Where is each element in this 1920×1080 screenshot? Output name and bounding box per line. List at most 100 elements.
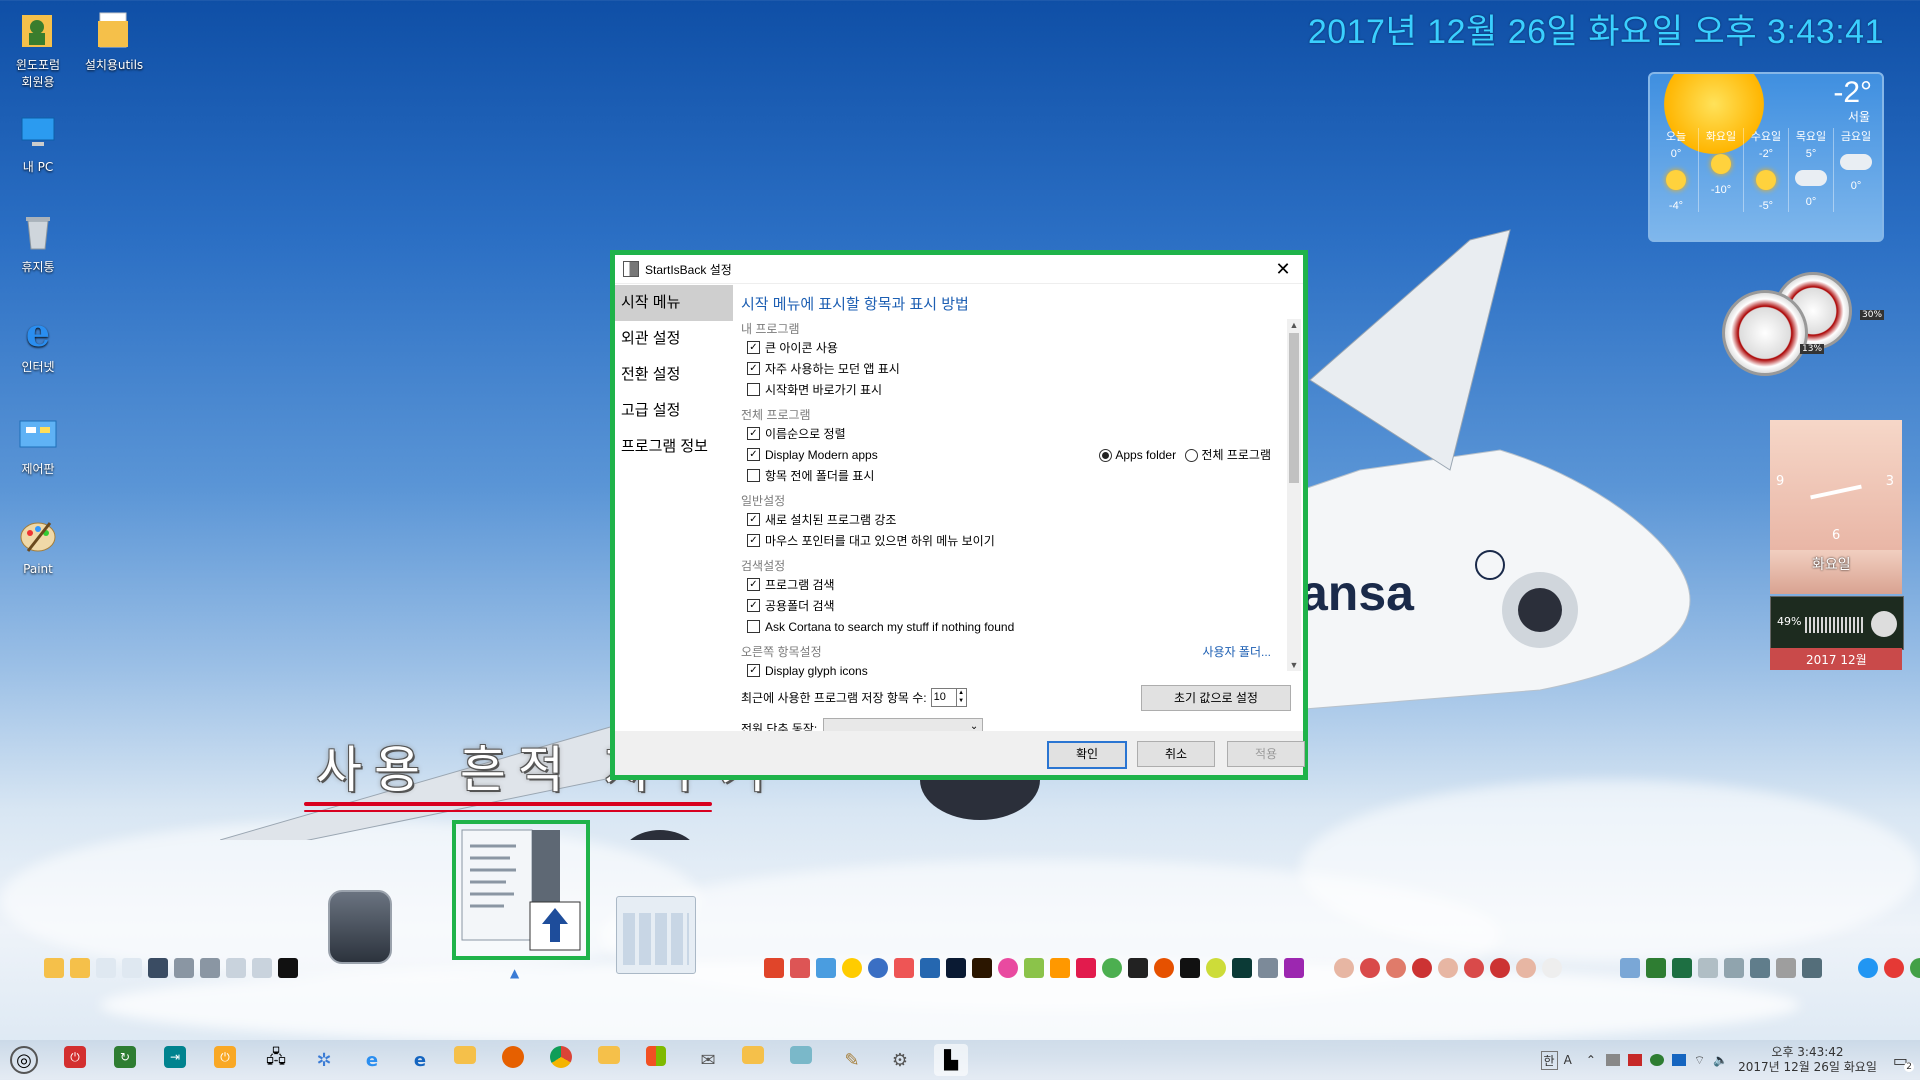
app-icon[interactable] (1884, 958, 1904, 978)
desktop-icon-utils[interactable]: 설치용utils (74, 8, 154, 73)
tray-clock[interactable]: 오후 3:43:42 2017년 12월 26일 화요일 (1738, 1045, 1877, 1075)
desktop-icon-this-pc[interactable]: 내 PC (0, 110, 78, 175)
app-icon[interactable] (1024, 958, 1044, 978)
app-icon[interactable] (1076, 958, 1096, 978)
checkbox-checked-icon[interactable]: ✓ (747, 599, 760, 612)
app-icon[interactable] (816, 958, 836, 978)
checkbox-checked-icon[interactable]: ✓ (747, 427, 760, 440)
network-icon[interactable]: 🖧 (262, 1046, 290, 1074)
ok-button[interactable]: 확인 (1047, 741, 1127, 769)
checkbox-unchecked-icon[interactable] (747, 383, 760, 396)
option-search-programs[interactable]: ✓ 프로그램 검색 (741, 574, 1295, 595)
folder-icon[interactable] (44, 958, 64, 978)
app-icon[interactable] (1206, 958, 1226, 978)
app-icon[interactable] (894, 958, 914, 978)
tray-icon[interactable] (1671, 1054, 1686, 1066)
device-icon[interactable] (252, 958, 272, 978)
avatar-icon[interactable] (1490, 958, 1510, 978)
radio-apps-folder[interactable] (1099, 449, 1113, 463)
custom-folder-link[interactable]: 사용자 폴더... (1202, 643, 1271, 660)
memory-meter-gadget[interactable] (1722, 290, 1808, 376)
settings-gear-icon[interactable]: ✲ (310, 1046, 338, 1074)
start-button-icon[interactable]: ◎ (10, 1046, 38, 1074)
desktop-icon-paint[interactable]: Paint (0, 514, 78, 576)
app-icon[interactable] (868, 958, 888, 978)
calculator-gadget[interactable] (616, 896, 696, 974)
avatar-icon[interactable] (1438, 958, 1458, 978)
logout-teal-icon[interactable]: ⇥ (164, 1046, 186, 1068)
photo-clock-gadget[interactable]: 9 3 6 (1770, 420, 1902, 550)
option-glyph-icons[interactable]: ✓ Display glyph icons (741, 660, 1295, 681)
app-icon[interactable] (1102, 958, 1122, 978)
ime-hangul[interactable]: 한 (1540, 1050, 1558, 1070)
sidebar-item-switching[interactable]: 전환 설정 (615, 357, 733, 393)
checkbox-checked-icon[interactable]: ✓ (747, 664, 760, 677)
file-explorer-icon[interactable] (454, 1046, 476, 1064)
scroll-down-icon[interactable]: ▼ (1287, 660, 1301, 670)
desktop-icon-control-panel[interactable]: 제어판 (0, 412, 78, 477)
app-icon[interactable] (790, 958, 810, 978)
app-icon[interactable] (1620, 958, 1640, 978)
firefox-icon[interactable] (502, 1046, 524, 1068)
avatar-icon[interactable] (1412, 958, 1432, 978)
app-icon[interactable] (998, 958, 1018, 978)
folder-icon[interactable] (70, 958, 90, 978)
ime-alpha[interactable]: A (1564, 1053, 1572, 1067)
checkbox-checked-icon[interactable]: ✓ (747, 341, 760, 354)
avatar-icon[interactable] (1386, 958, 1406, 978)
settings-icon[interactable]: ⚙ (886, 1046, 914, 1074)
mail-icon[interactable]: ✉ (694, 1046, 722, 1074)
sidebar-item-appearance[interactable]: 외관 설정 (615, 321, 733, 357)
option-folders-first[interactable]: 항목 전에 폴더를 표시 (741, 465, 1295, 486)
desktop-icon-recycle-bin[interactable]: 휴지통 (0, 210, 78, 275)
app-icon[interactable] (1128, 958, 1148, 978)
app-icon[interactable] (1724, 958, 1744, 978)
option-large-icons[interactable]: ✓ 큰 아이콘 사용 (741, 337, 1295, 358)
checkbox-unchecked-icon[interactable] (747, 620, 760, 633)
app-icon[interactable] (1050, 958, 1070, 978)
audition-icon[interactable] (1232, 958, 1252, 978)
file-icon[interactable] (96, 958, 116, 978)
tray-icon[interactable] (1627, 1054, 1642, 1066)
app-icon[interactable] (1258, 958, 1278, 978)
store-icon[interactable] (646, 1046, 666, 1066)
power-red-icon[interactable]: ⏻ (64, 1046, 86, 1068)
radio-all-programs[interactable] (1185, 449, 1199, 463)
checkbox-checked-icon[interactable]: ✓ (747, 578, 760, 591)
internet-explorer-icon[interactable]: e (358, 1046, 386, 1074)
notification-center-icon[interactable]: ▭ 2 (1893, 1051, 1914, 1072)
dialog-titlebar[interactable]: StartIsBack 설정 ✕ (615, 255, 1303, 284)
photoshop-icon[interactable] (946, 958, 966, 978)
app-icon[interactable] (842, 958, 862, 978)
app-icon[interactable] (1776, 958, 1796, 978)
app-icon[interactable] (764, 958, 784, 978)
file-icon[interactable] (122, 958, 142, 978)
gadget-remote[interactable] (328, 890, 392, 964)
sidebar-item-advanced[interactable]: 고급 설정 (615, 393, 733, 429)
folder-icon[interactable] (742, 1046, 764, 1064)
tray-icon[interactable] (1605, 1054, 1620, 1066)
option-display-modern[interactable]: ✓ Display Modern apps Apps folder 전체 프로그램 (741, 444, 1295, 465)
checkbox-checked-icon[interactable]: ✓ (747, 534, 760, 547)
terminal-icon[interactable] (278, 958, 298, 978)
checkbox-checked-icon[interactable]: ✓ (747, 513, 760, 526)
close-button[interactable]: ✕ (1263, 255, 1303, 283)
option-start-shortcuts[interactable]: 시작화면 바로가기 표시 (741, 379, 1295, 400)
power-orange-icon[interactable]: ⏻ (214, 1046, 236, 1068)
chrome-icon[interactable] (550, 1046, 572, 1068)
app-icon[interactable] (1750, 958, 1770, 978)
globe-icon[interactable] (1858, 958, 1878, 978)
reset-defaults-button[interactable]: 초기 값으로 설정 (1141, 685, 1291, 711)
option-highlight-new[interactable]: ✓ 새로 설치된 프로그램 강조 (741, 509, 1295, 530)
avatar-icon[interactable] (1464, 958, 1484, 978)
edge-icon[interactable]: e (406, 1046, 434, 1074)
option-ask-cortana[interactable]: Ask Cortana to search my stuff if nothin… (741, 616, 1295, 637)
avatar-icon[interactable] (1516, 958, 1536, 978)
option-hover-submenu[interactable]: ✓ 마우스 포인터를 대고 있으면 하위 메뉴 보이기 (741, 530, 1295, 551)
avatar-icon[interactable] (1542, 958, 1562, 978)
illustrator-icon[interactable] (972, 958, 992, 978)
camera-icon[interactable] (920, 958, 940, 978)
desktop-icon-forum[interactable]: 윈도포럼 회원용 (0, 8, 78, 90)
startisback-taskbar-icon[interactable]: ▙ (934, 1044, 968, 1076)
calendar-gadget[interactable]: 화요일 (1770, 550, 1902, 594)
